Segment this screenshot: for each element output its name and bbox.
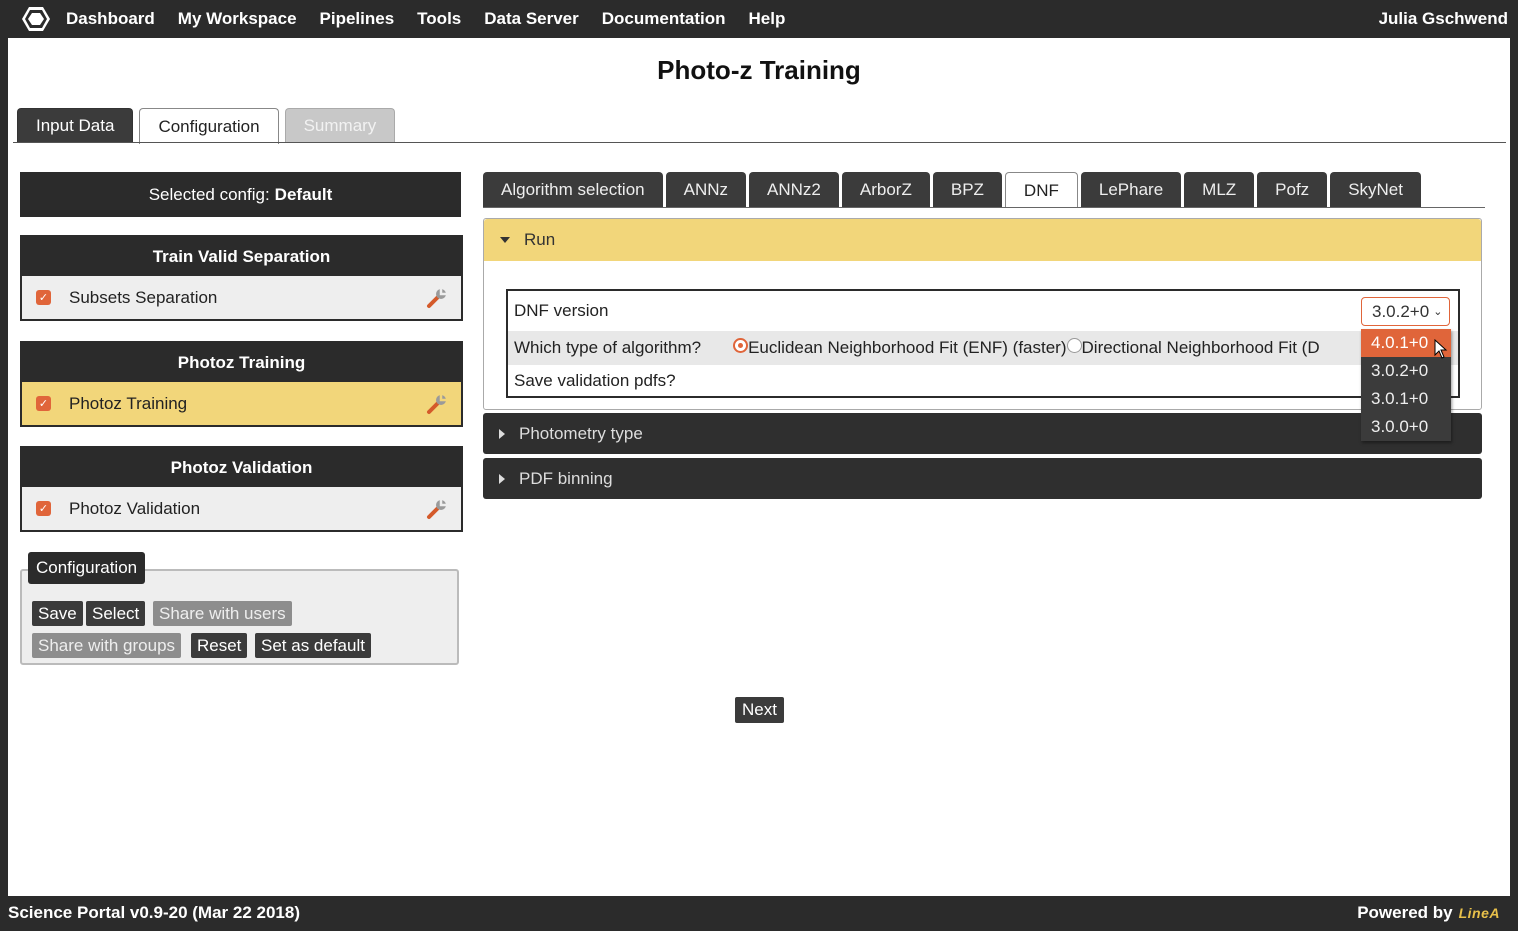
select-button[interactable]: Select [86,601,146,626]
tab-mlz[interactable]: MLZ [1184,172,1255,208]
nav-dashboard[interactable]: Dashboard [66,9,155,29]
selected-config-name: Default [274,184,333,204]
radio-dnf-label: Directional Neighborhood Fit (D [1081,338,1320,357]
group-item-label: Photoz Validation [69,498,201,518]
configuration-legend: Configuration [28,552,146,584]
group-item-label: Subsets Separation [69,287,218,307]
dnf-version-value: 3.0.2+0 [1372,301,1430,321]
photometry-type-title: Photometry type [519,423,643,443]
algorithm-tabs-divider [483,207,1485,208]
nav-documentation[interactable]: Documentation [602,9,726,29]
row-save-pdfs: Save validation pdfs? [508,365,1458,396]
top-navbar: Dashboard My Workspace Pipelines Tools D… [0,0,1518,38]
triangle-down-icon [500,237,510,243]
photometry-type-header[interactable]: Photometry type [483,413,1482,454]
nav-help[interactable]: Help [749,9,786,29]
user-menu[interactable]: Julia Gschwend [1379,9,1508,29]
tab-annz[interactable]: ANNz [665,172,747,208]
run-parameters-table: DNF version Which type of algorithm? Euc… [506,289,1460,398]
radio-selected-icon[interactable] [733,338,749,354]
group-item-label: Photoz Training [69,393,188,413]
tab-pofz[interactable]: Pofz [1257,172,1328,208]
tab-annz2[interactable]: ANNz2 [749,172,839,208]
tab-skynet[interactable]: SkyNet [1330,172,1421,208]
set-as-default-button[interactable]: Set as default [255,633,371,658]
radio-enf-label: Euclidean Neighborhood Fit (ENF) (faster… [748,338,1067,357]
chevron-down-icon: ⌄ [1433,306,1443,318]
group-item-subsets-separation[interactable]: ✓ Subsets Separation [22,276,461,319]
linea-logo[interactable]: LineA [1459,905,1500,921]
dropdown-option[interactable]: 3.0.2+0 [1361,357,1451,385]
tab-configuration[interactable]: Configuration [139,108,279,144]
tab-summary: Summary [284,108,396,143]
run-section-header[interactable]: Run [484,219,1481,261]
selected-config-banner: Selected config: Default [20,172,461,217]
wrench-icon[interactable] [425,286,449,310]
group-title: Photoz Training [177,352,306,372]
nav-pipelines[interactable]: Pipelines [320,9,395,29]
next-button[interactable]: Next [735,697,784,723]
photometry-type-section[interactable]: Photometry type [483,413,1482,454]
nav-my-workspace[interactable]: My Workspace [178,9,297,29]
row-dnf-version: DNF version [508,291,1458,331]
dnf-version-select[interactable]: 3.0.2+0 ⌄ [1361,297,1450,326]
tab-dnf[interactable]: DNF [1004,172,1078,208]
group-item-photoz-training[interactable]: ✓ Photoz Training [22,382,461,425]
run-section-title: Run [524,230,556,249]
checkbox-checked-icon[interactable]: ✓ [36,501,51,516]
group-item-photoz-validation[interactable]: ✓ Photoz Validation [22,487,461,530]
save-pdfs-label: Save validation pdfs? [514,370,676,390]
group-train-valid-separation: Train Valid Separation ✓ Subsets Separat… [20,235,463,321]
tab-arborz[interactable]: ArborZ [841,172,930,208]
version-text: Science Portal v0.9-20 (Mar 22 2018) [8,903,300,922]
pdf-binning-header[interactable]: PDF binning [483,458,1482,499]
tab-bpz[interactable]: BPZ [932,172,1002,208]
group-photoz-training: Photoz Training ✓ Photoz Training [20,341,463,427]
tab-input-data[interactable]: Input Data [17,108,134,143]
selected-config-prefix: Selected config: [148,184,270,204]
group-photoz-validation: Photoz Validation ✓ Photoz Validation [20,446,463,532]
radio-enf[interactable]: Euclidean Neighborhood Fit (ENF) (faster… [733,338,1067,358]
mouse-cursor-icon [1434,339,1448,359]
tabs-divider [13,142,1506,143]
radio-dnf[interactable]: Directional Neighborhood Fit (D [1066,338,1320,358]
triangle-right-icon [499,428,505,439]
portal-logo-icon[interactable] [16,0,56,38]
main-nav: Dashboard My Workspace Pipelines Tools D… [66,9,808,29]
nav-data-server[interactable]: Data Server [484,9,579,29]
tab-algorithm-selection[interactable]: Algorithm selection [483,172,663,208]
wrench-icon[interactable] [425,497,449,521]
dnf-version-label: DNF version [514,301,609,320]
reset-button[interactable]: Reset [191,633,248,658]
footer: Science Portal v0.9-20 (Mar 22 2018) Pow… [0,896,1518,931]
algorithm-tabs: Algorithm selection ANNz ANNz2 ArborZ BP… [483,172,1424,208]
page-title: Photo-z Training [657,55,861,85]
algorithm-type-label: Which type of algorithm? [514,338,702,357]
pdf-binning-section[interactable]: PDF binning [483,458,1482,499]
powered-by-label: Powered by [1357,903,1453,922]
triangle-right-icon [499,473,505,484]
share-with-users-button[interactable]: Share with users [153,601,292,626]
run-section: Run DNF version Which type of algorithm?… [483,218,1482,410]
dropdown-option[interactable]: 3.0.1+0 [1361,385,1451,413]
radio-unselected-icon[interactable] [1066,338,1082,354]
powered-by: Powered by LineA [1357,903,1500,923]
tab-lephare[interactable]: LePhare [1080,172,1182,208]
row-algorithm-type: Which type of algorithm? Euclidean Neigh… [508,331,1458,365]
share-with-groups-button[interactable]: Share with groups [32,633,182,658]
dropdown-option[interactable]: 3.0.0+0 [1361,413,1451,441]
checkbox-checked-icon[interactable]: ✓ [36,396,51,411]
wrench-icon[interactable] [425,392,449,416]
checkbox-checked-icon[interactable]: ✓ [36,290,51,305]
pdf-binning-title: PDF binning [519,468,613,488]
save-button[interactable]: Save [32,601,83,626]
group-title: Train Valid Separation [152,246,331,266]
group-title: Photoz Validation [170,457,313,477]
nav-tools[interactable]: Tools [417,9,461,29]
main-tabs: Input Data Configuration Summary [17,108,401,144]
